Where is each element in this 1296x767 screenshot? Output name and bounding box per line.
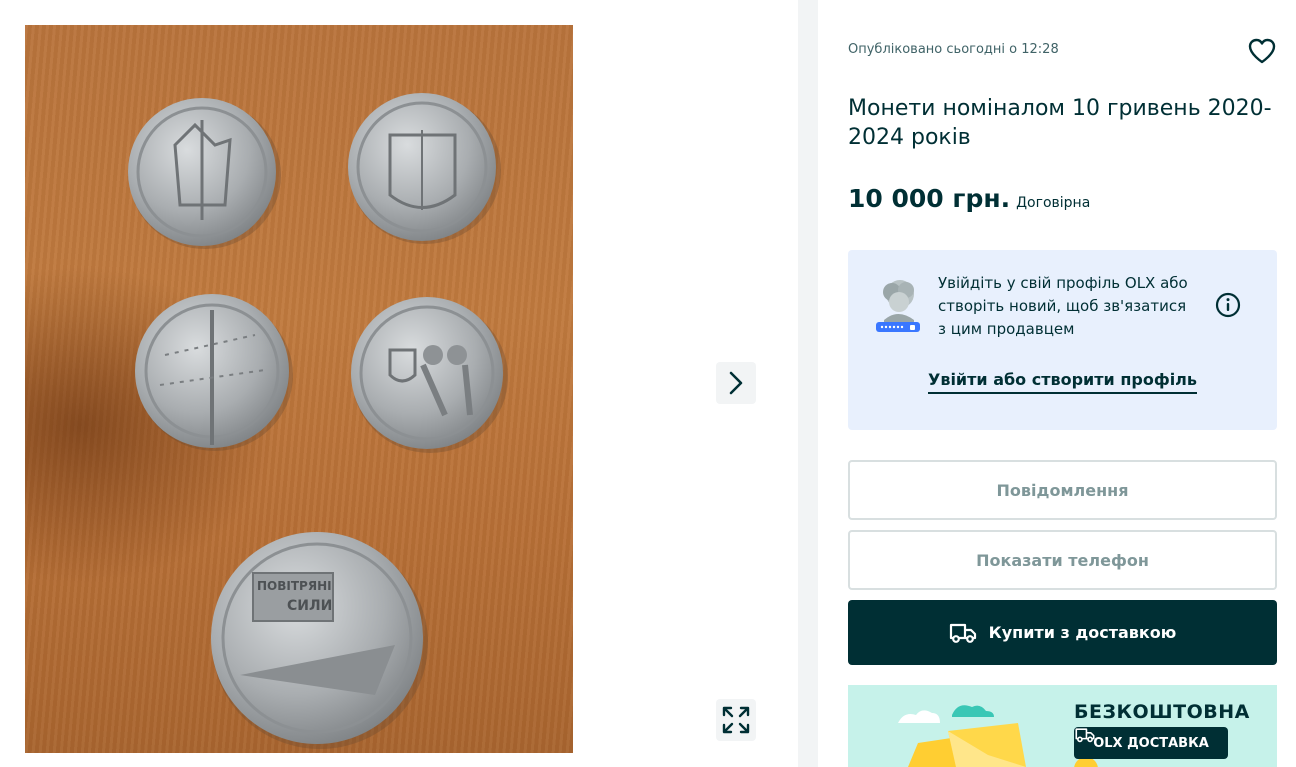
truck-icon (949, 623, 976, 643)
listing-photo[interactable]: ПОВІТРЯНІ СИЛИ (25, 25, 573, 753)
login-prompt-text: Увійдіть у свій профіль OLX або створіть… (938, 274, 1188, 338)
ad-details-panel: Опубліковано сьогодні о 12:28 Монети ном… (818, 0, 1296, 767)
user-avatar-icon (876, 280, 920, 332)
favorite-button[interactable] (1246, 36, 1278, 66)
coins-illustration: ПОВІТРЯНІ СИЛИ (128, 93, 508, 749)
ad-title: Монети номіналом 10 гривень 2020-2024 ро… (848, 96, 1272, 150)
login-link-wrap: Увійти або створити профіль (848, 370, 1277, 394)
login-link[interactable]: Увійти або створити профіль (927, 370, 1198, 394)
coin (351, 297, 508, 453)
promo-badge-label: OLX ДОСТАВКА (1093, 735, 1209, 751)
price: 10 000 грн. (848, 184, 1011, 213)
svg-text:ПОВІТРЯНІ: ПОВІТРЯНІ (257, 579, 332, 593)
expand-icon (722, 706, 750, 734)
fullscreen-button[interactable] (716, 699, 756, 741)
coin: ПОВІТРЯНІ СИЛИ (211, 532, 428, 749)
published-date: Опубліковано сьогодні о 12:28 (848, 42, 1059, 57)
olx-delivery-badge: OLX ДОСТАВКА (1074, 727, 1228, 759)
negotiable-label: Договірна (1016, 195, 1091, 211)
coin (348, 93, 501, 244)
buy-button-label: Купити з доставкою (988, 623, 1177, 642)
coin (135, 294, 293, 451)
show-phone-button[interactable]: Показати телефон (848, 530, 1277, 590)
promo-title: БЕЗКОШТОВНА (1074, 701, 1250, 723)
free-delivery-banner[interactable]: БЕЗКОШТОВНА OLX ДОСТАВКА (848, 685, 1277, 767)
info-icon[interactable] (1215, 292, 1241, 318)
layout-divider (798, 0, 818, 767)
truck-icon (1075, 728, 1095, 743)
image-gallery: ПОВІТРЯНІ СИЛИ (0, 0, 798, 767)
login-prompt-card: Увійдіть у свій профіль OLX або створіть… (848, 250, 1277, 430)
heart-icon (1248, 38, 1276, 64)
chevron-right-icon (729, 371, 743, 395)
next-image-button[interactable] (716, 362, 756, 404)
svg-text:СИЛИ: СИЛИ (287, 598, 332, 614)
buy-with-delivery-button[interactable]: Купити з доставкою (848, 600, 1277, 665)
coin (128, 98, 281, 249)
price-block: 10 000 грн. Договірна (848, 184, 1090, 213)
message-button[interactable]: Повідомлення (848, 460, 1277, 520)
